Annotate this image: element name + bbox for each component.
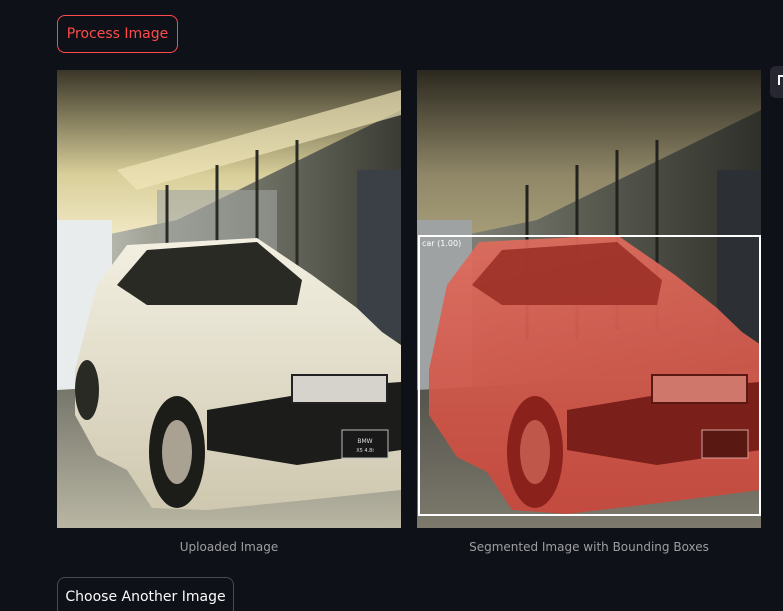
app-page: Process Image BMW X5 4.8i car (1.00) Upl… xyxy=(0,0,783,611)
fullscreen-button[interactable] xyxy=(770,66,783,98)
uploaded-image: BMW X5 4.8i xyxy=(57,70,401,528)
detection-label: car (1.00) xyxy=(422,239,461,248)
expand-icon xyxy=(778,75,783,85)
segmented-image: car (1.00) xyxy=(417,70,761,528)
plate-line2: X5 4.8i xyxy=(356,448,374,454)
uploaded-image-caption: Uploaded Image xyxy=(179,540,279,554)
segmented-image-caption: Segmented Image with Bounding Boxes xyxy=(469,540,709,554)
process-image-button[interactable]: Process Image xyxy=(57,15,178,53)
choose-another-image-button[interactable]: Choose Another Image xyxy=(57,577,234,611)
plate-line1: BMW xyxy=(357,438,372,445)
